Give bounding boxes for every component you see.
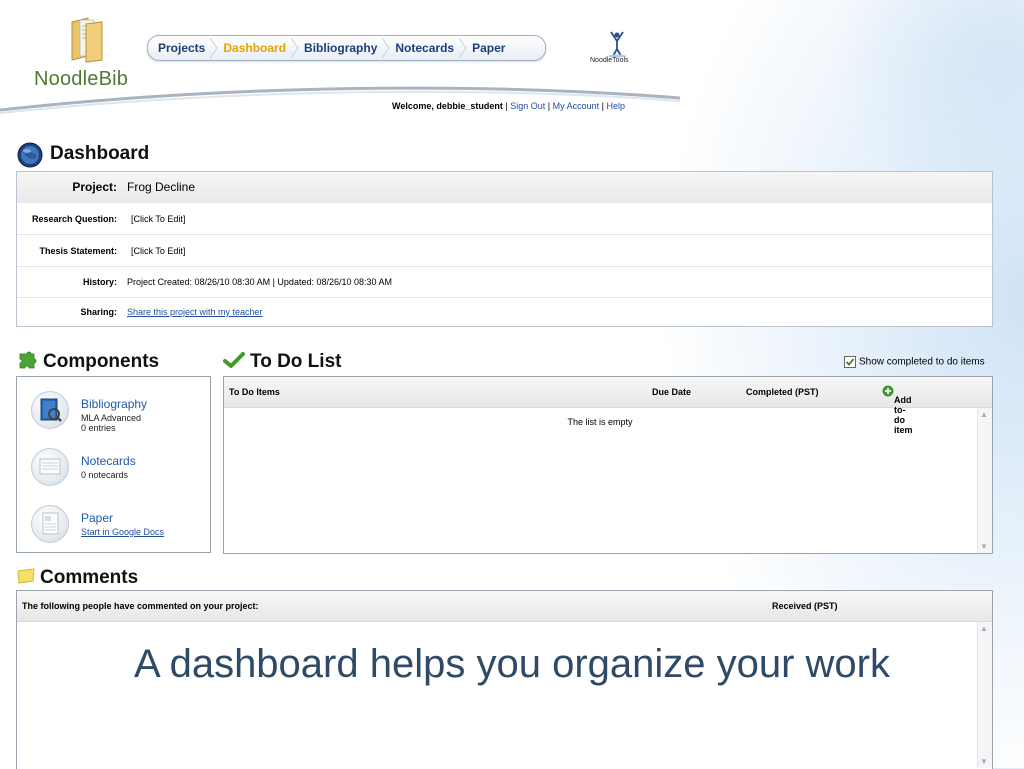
todo-header: To Do Items Due Date Completed (PST) Add… [224,377,992,435]
notecards-link[interactable]: Notecards [81,454,136,468]
history-value: Project Created: 08/26/10 08:30 AM | Upd… [127,277,393,287]
sharing-row: Sharing: Share this project with my teac… [17,298,992,326]
project-details: Project: Frog Decline Research Question:… [16,171,993,327]
help-link[interactable]: Help [607,101,626,111]
bibliography-count: 0 entries [81,423,116,433]
comment-note-icon [16,568,36,584]
add-icon [882,385,894,397]
puzzle-icon [16,351,38,373]
todo-title: To Do List [250,351,342,372]
comments-header: The following people have commented on y… [17,591,992,622]
tab-bibliography[interactable]: Bibliography [294,36,391,60]
tab-label: Projects [158,41,206,55]
todo-table: To Do Items Due Date Completed (PST) Add… [223,376,993,554]
paper-icon [31,505,69,543]
scroll-up-icon[interactable]: ▲ [980,624,988,633]
start-google-docs-link[interactable]: Start in Google Docs [81,527,164,537]
dashboard-globe-icon [17,142,43,168]
tab-paper[interactable]: Paper [462,36,513,60]
col-completed: Completed (PST) [746,387,819,397]
row-label: Research Question: [31,213,117,224]
noodletools-logo-icon [594,30,640,70]
research-question-row: Research Question: [Click To Edit] [17,203,992,235]
component-bibliography[interactable]: Bibliography MLA Advanced 0 entries [31,391,211,433]
share-with-teacher-link[interactable]: Share this project with my teacher [127,307,263,317]
noodletools-logo: NoodleTools [590,57,629,64]
project-row: Project: Frog Decline [17,172,992,203]
scroll-down-icon[interactable]: ▼ [980,542,988,551]
row-label: Project: [72,180,117,194]
sign-out-link[interactable]: Sign Out [510,101,545,111]
components-title: Components [43,351,160,372]
comments-title: Comments [40,567,139,588]
checkmark-icon [223,350,245,372]
bibliography-style: MLA Advanced [81,413,142,423]
welcome-bar: Welcome, debbie_student | Sign Out | My … [392,101,625,111]
add-todo-label: Add to-do item [894,395,913,435]
col-received: Received (PST) [772,601,838,611]
add-todo-button[interactable]: Add to-do item [882,385,913,435]
paper-link[interactable]: Paper [81,511,113,525]
bibliography-link[interactable]: Bibliography [81,397,147,411]
tab-label: Paper [472,41,506,55]
component-paper[interactable]: Paper Start in Google Docs [31,505,211,547]
bibliography-icon [31,391,69,429]
show-completed-checkbox[interactable] [844,356,856,368]
row-label: History: [82,277,117,287]
notecards-count: 0 notecards [81,470,129,480]
col-due-date: Due Date [652,387,692,397]
main-nav: Projects Dashboard Bibliography Notecard… [147,35,546,61]
todo-scrollbar[interactable]: ▲ ▼ [977,408,992,553]
tab-dashboard[interactable]: Dashboard [213,36,299,60]
components-panel: Bibliography MLA Advanced 0 entries Note… [16,376,211,553]
header-swoosh [0,86,680,114]
history-row: History: Project Created: 08/26/10 08:30… [17,267,992,298]
slide-caption: A dashboard helps you organize your work [133,642,890,686]
tab-label: Dashboard [223,41,287,55]
show-completed-label: Show completed to do items [859,356,985,368]
tab-label: Bibliography [304,41,378,55]
component-notecards[interactable]: Notecards 0 notecards [31,448,211,490]
thesis-statement-row: Thesis Statement: [Click To Edit] [17,235,992,267]
page-title: Dashboard [50,143,150,164]
col-commenters: The following people have commented on y… [22,601,259,611]
tab-projects[interactable]: Projects [148,36,218,60]
research-question-edit[interactable]: [Click To Edit] [131,214,185,224]
row-label: Sharing: [80,307,117,317]
scroll-up-icon[interactable]: ▲ [980,410,988,419]
thesis-statement-edit[interactable]: [Click To Edit] [131,246,185,256]
noodlebib-folder-icon [66,16,106,66]
tab-notecards[interactable]: Notecards [385,36,467,60]
col-todo-items: To Do Items [229,387,280,397]
tab-label: Notecards [395,41,455,55]
welcome-text: Welcome, debbie_student [392,101,503,111]
empty-list-message: The list is empty [567,417,633,427]
show-completed-toggle[interactable]: Show completed to do items [844,356,985,368]
scroll-down-icon[interactable]: ▼ [980,757,988,766]
notecards-icon [31,448,69,486]
my-account-link[interactable]: My Account [553,101,600,111]
row-label: Thesis Statement: [39,245,117,256]
project-name[interactable]: Frog Decline [127,180,195,194]
